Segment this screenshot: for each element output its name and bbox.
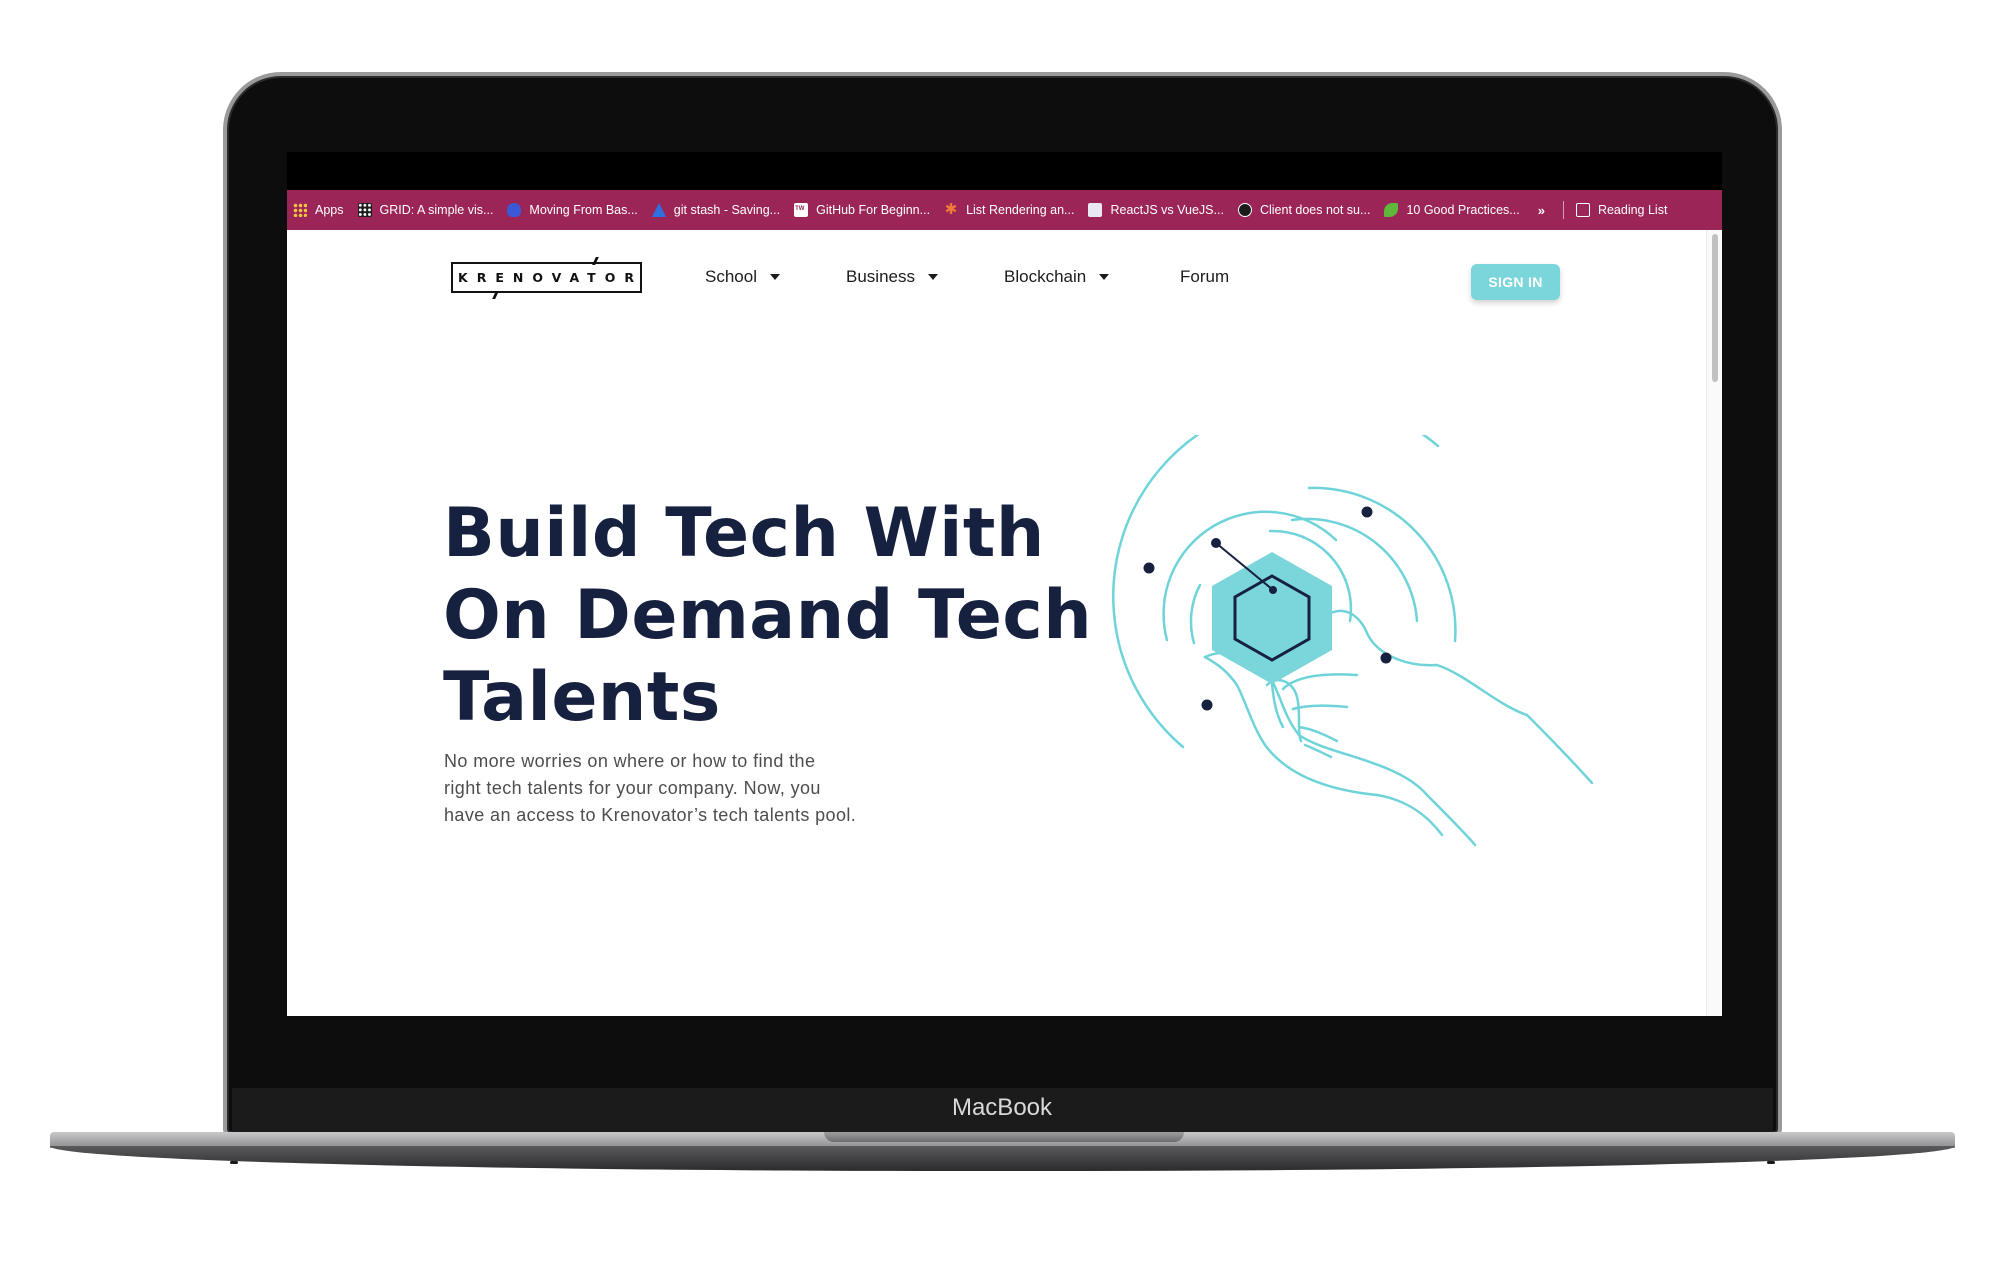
bookmark-label: Client does not su... [1259,203,1371,217]
laptop-notch [824,1132,1184,1142]
finger-outline [1291,704,1349,711]
reading-list-icon [1575,203,1590,217]
scrollbar-thumb[interactable] [1712,234,1718,382]
bookmark-item[interactable]: Moving From Bas... [501,203,643,217]
tw-icon [794,203,809,217]
atlassian-icon [651,203,666,217]
nav-business[interactable]: Business [846,267,938,287]
hero-subtitle-line: have an access to Krenovator’s tech tale… [444,805,857,825]
nav-school[interactable]: School [705,267,780,287]
bookmark-item[interactable]: GRID: A simple vis... [352,203,500,217]
hero-title-line: Talents [443,658,721,737]
logo-text: KRENOVATOR [458,270,643,285]
reading-list-label: Reading List [1597,203,1668,217]
bookmark-apps[interactable]: Apps [287,203,350,217]
caret-down-icon [1099,274,1110,280]
bookmark-label: Moving From Bas... [529,203,638,217]
center-node [1269,586,1277,594]
laptop-foot [1767,1161,1775,1164]
page-scrollbar[interactable] [1706,230,1722,1016]
browser-screen: Apps GRID: A simple vis... Moving From B… [287,152,1722,1016]
finger-outline [1281,673,1359,691]
bookmark-item[interactable]: List Rendering an... [938,203,1080,217]
hexagon-shape [1212,552,1332,684]
node-dot [1380,652,1392,664]
caret-down-icon [769,274,780,280]
nav-label: Forum [1180,267,1230,286]
hero-subtitle: No more worries on where or how to find … [444,748,924,829]
hero-title: Build Tech With On Demand Tech Talents [443,493,1143,739]
reading-list-button[interactable]: Reading List [1570,203,1674,217]
node-dot [1201,699,1213,711]
caret-down-icon [927,274,938,280]
hand-hexagon-illustration [1112,435,1594,847]
hero-subtitle-line: No more worries on where or how to find … [444,751,816,771]
device-brand-label: MacBook [951,1094,1053,1121]
github-icon [1237,203,1252,217]
krenovator-logo[interactable]: KRENOVATOR [451,257,643,299]
hero-title-line: On Demand Tech [443,576,1093,655]
web-page: KRENOVATOR School Business Blockchain Fo… [287,230,1706,1016]
grid-icon [357,203,372,217]
node-dot [1361,506,1373,518]
bookmark-item[interactable]: ReactJS vs VueJS... [1082,203,1229,217]
hero-subtitle-line: right tech talents for your company. Now… [444,778,821,798]
sign-in-button[interactable]: SIGN IN [1471,264,1560,300]
hero-title-line: Build Tech With [443,494,1045,573]
laptop-foot [230,1161,238,1164]
bookmark-item[interactable]: 10 Good Practices... [1378,203,1525,217]
nav-label: School [705,267,757,286]
hand-outline [1203,651,1477,847]
bookmark-label: Apps [315,203,344,217]
bookmark-item[interactable]: GitHub For Beginn... [788,203,936,217]
apps-grid-icon [293,203,307,217]
logo-mark [592,257,599,265]
bookmarks-bar: Apps GRID: A simple vis... Moving From B… [287,190,1722,230]
bookmark-label: git stash - Saving... [673,203,781,217]
bookmark-label: ReactJS vs VueJS... [1110,203,1224,217]
bookmarks-overflow-button[interactable]: » [1528,203,1555,218]
bookmark-item[interactable]: Client does not su... [1232,203,1376,217]
laptop-base-bottom [50,1146,1955,1171]
bookmark-item[interactable]: git stash - Saving... [646,203,786,217]
node-dot [1211,538,1221,548]
bookmark-divider [1562,201,1564,219]
thumb-outline [1325,609,1594,785]
rv-icon [1088,203,1103,217]
nav-blockchain[interactable]: Blockchain [1004,267,1110,287]
bookmark-label: List Rendering an... [966,203,1075,217]
nav-forum[interactable]: Forum [1180,267,1229,287]
leaf-icon [1384,203,1399,217]
rocket-icon [507,203,522,217]
logo-mark [492,291,499,299]
asterisk-icon [944,203,958,217]
nav-label: Blockchain [1004,267,1087,286]
bookmark-label: GRID: A simple vis... [379,203,494,217]
nav-label: Business [846,267,915,286]
node-dot [1143,562,1155,574]
bookmark-label: GitHub For Beginn... [816,203,931,217]
orbit-arc [1189,583,1202,645]
bookmark-label: 10 Good Practices... [1406,203,1520,217]
